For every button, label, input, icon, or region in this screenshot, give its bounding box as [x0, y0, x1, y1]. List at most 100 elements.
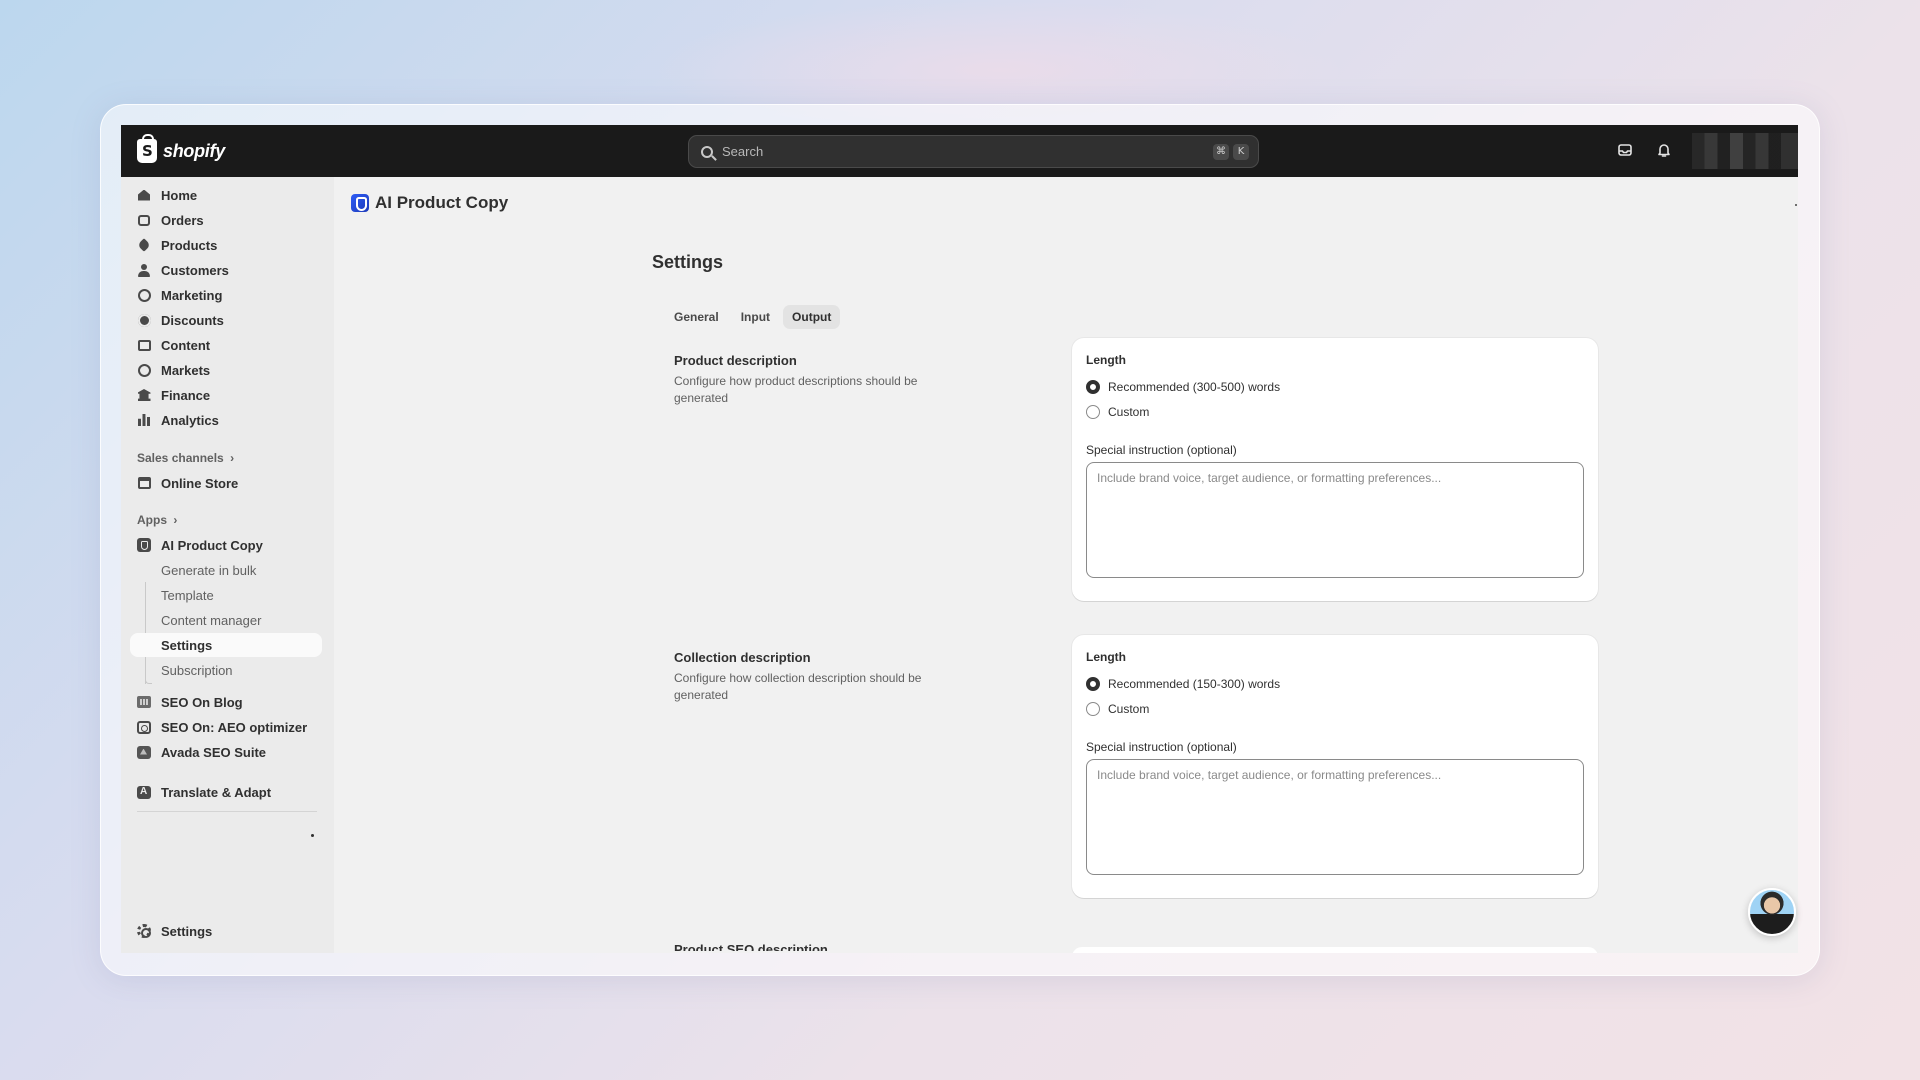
length-label: Length — [1086, 650, 1126, 664]
tab-output[interactable]: Output — [783, 305, 841, 329]
target-icon — [137, 288, 151, 302]
bank-icon — [137, 388, 151, 402]
shopify-admin-window: shopify Search ⌘ K Home Orders Products — [121, 125, 1798, 953]
person-icon — [137, 263, 151, 277]
product-seo-description-title: Product SEO description — [674, 942, 828, 953]
radio-unselected-icon — [1086, 702, 1100, 716]
app-title-bar: AI Product Copy — [351, 193, 508, 213]
radio-recommended-label: Recommended (300-500) words — [1108, 380, 1281, 394]
nav-finance-label: Finance — [161, 387, 211, 403]
collection-description-help: Configure how collection description sho… — [674, 671, 922, 702]
nav-avada-seo-suite-label: Avada SEO Suite — [161, 744, 266, 760]
nav-customers[interactable]: Customers — [130, 258, 322, 282]
nav-content-label: Content — [161, 337, 211, 353]
nav-settings[interactable]: Settings — [130, 919, 322, 943]
home-icon — [137, 188, 151, 202]
collection-description-card: Length Recommended (150-300) words Custo… — [1072, 635, 1598, 898]
nav-subscription-label: Subscription — [161, 662, 233, 678]
nav-orders[interactable]: Orders — [130, 208, 322, 232]
main-content: AI Product Copy Settings General Input O… — [334, 177, 1798, 953]
nav-template[interactable]: Template — [130, 583, 322, 607]
product-instruction-textarea[interactable] — [1086, 462, 1584, 578]
product-description-title: Product description — [674, 353, 797, 368]
nav-generate-in-bulk[interactable]: Generate in bulk — [130, 558, 322, 582]
nav-finance[interactable]: Finance — [130, 383, 322, 407]
nav-template-label: Template — [161, 587, 214, 603]
nav-home-label: Home — [161, 187, 198, 203]
nav-online-store-label: Online Store — [161, 475, 239, 491]
collection-description-title: Collection description — [674, 650, 811, 665]
content-icon — [137, 338, 151, 352]
discount-icon — [137, 313, 151, 327]
page-title: Settings — [652, 252, 724, 272]
nav-discounts-label: Discounts — [161, 312, 224, 328]
search-bar[interactable]: Search ⌘ K — [688, 135, 1259, 168]
nav-home[interactable]: Home — [130, 183, 322, 207]
nav-ai-product-copy[interactable]: AI Product Copy — [130, 533, 322, 557]
top-bar: shopify Search ⌘ K — [121, 125, 1798, 177]
nav-customers-label: Customers — [161, 262, 229, 278]
nav-content-manager-label: Content manager — [161, 612, 262, 628]
radio-custom-product[interactable]: Custom — [1086, 405, 1149, 419]
radio-custom-collection[interactable]: Custom — [1086, 702, 1149, 716]
nav-analytics[interactable]: Analytics — [130, 408, 322, 432]
nav-content-manager[interactable]: Content manager — [130, 608, 322, 632]
length-label: Length — [1086, 353, 1126, 367]
nav-markets-label: Markets — [161, 362, 211, 378]
avada-seo-app-icon — [137, 745, 151, 759]
radio-recommended-label: Recommended (150-300) words — [1108, 677, 1281, 691]
store-account-button[interactable] — [1692, 133, 1798, 169]
nav-subscription[interactable]: Subscription — [130, 658, 322, 682]
bell-icon[interactable] — [1656, 142, 1672, 158]
radio-selected-icon — [1086, 380, 1100, 394]
gear-icon — [137, 924, 151, 938]
shopify-bag-icon — [137, 134, 157, 163]
bar-chart-icon — [137, 413, 151, 427]
chevron-right-icon: › — [230, 451, 235, 465]
nav-online-store[interactable]: Online Store — [130, 471, 322, 495]
more-actions-icon[interactable] — [1795, 204, 1797, 206]
special-instruction-label: Special instruction (optional) — [1086, 740, 1237, 754]
nav-products[interactable]: Products — [130, 233, 322, 257]
nav-content[interactable]: Content — [130, 333, 322, 357]
nav-app-settings[interactable]: Settings — [130, 633, 322, 657]
shopify-wordmark: shopify — [163, 140, 225, 161]
search-icon — [701, 145, 713, 158]
chevron-right-icon: › — [173, 513, 178, 527]
tag-icon — [137, 238, 151, 252]
apps-header[interactable]: Apps › — [137, 513, 177, 527]
seo-on-blog-app-icon — [137, 695, 151, 709]
shopify-logo[interactable]: shopify — [137, 134, 225, 163]
nav-translate-adapt[interactable]: Translate & Adapt — [130, 780, 322, 804]
nav-aeo-optimizer[interactable]: SEO On: AEO optimizer — [130, 715, 322, 739]
radio-unselected-icon — [1086, 405, 1100, 419]
nav-markets[interactable]: Markets — [130, 358, 322, 382]
sidebar-divider — [137, 811, 317, 812]
sales-channels-header[interactable]: Sales channels › — [137, 451, 234, 465]
collection-instruction-textarea[interactable] — [1086, 759, 1584, 875]
aeo-optimizer-app-icon — [137, 720, 151, 734]
nav-avada-seo-suite[interactable]: Avada SEO Suite — [130, 740, 322, 764]
nav-products-label: Products — [161, 237, 218, 253]
special-instruction-label: Special instruction (optional) — [1086, 443, 1237, 457]
settings-tabs: General Input Output — [665, 305, 841, 329]
nav-app-settings-label: Settings — [161, 637, 213, 653]
nav-marketing-label: Marketing — [161, 287, 223, 303]
translate-app-icon — [137, 785, 151, 799]
tab-input[interactable]: Input — [732, 305, 779, 329]
nav-seo-on-blog[interactable]: SEO On Blog — [130, 690, 322, 714]
nav-settings-label: Settings — [161, 923, 213, 939]
nav-discounts[interactable]: Discounts — [130, 308, 322, 332]
nav-marketing[interactable]: Marketing — [130, 283, 322, 307]
command-key-badge: ⌘ — [1213, 143, 1229, 160]
sales-channels-label: Sales channels — [137, 451, 224, 465]
store-icon — [137, 476, 151, 490]
nav-seo-on-blog-label: SEO On Blog — [161, 694, 243, 710]
tab-general[interactable]: General — [665, 305, 728, 329]
ai-product-copy-app-icon — [137, 538, 151, 552]
radio-recommended-collection[interactable]: Recommended (150-300) words — [1086, 677, 1280, 691]
support-chat-avatar[interactable] — [1748, 888, 1796, 936]
search-placeholder: Search — [722, 144, 764, 159]
radio-recommended-product[interactable]: Recommended (300-500) words — [1086, 380, 1280, 394]
inbox-icon[interactable] — [1617, 142, 1633, 158]
